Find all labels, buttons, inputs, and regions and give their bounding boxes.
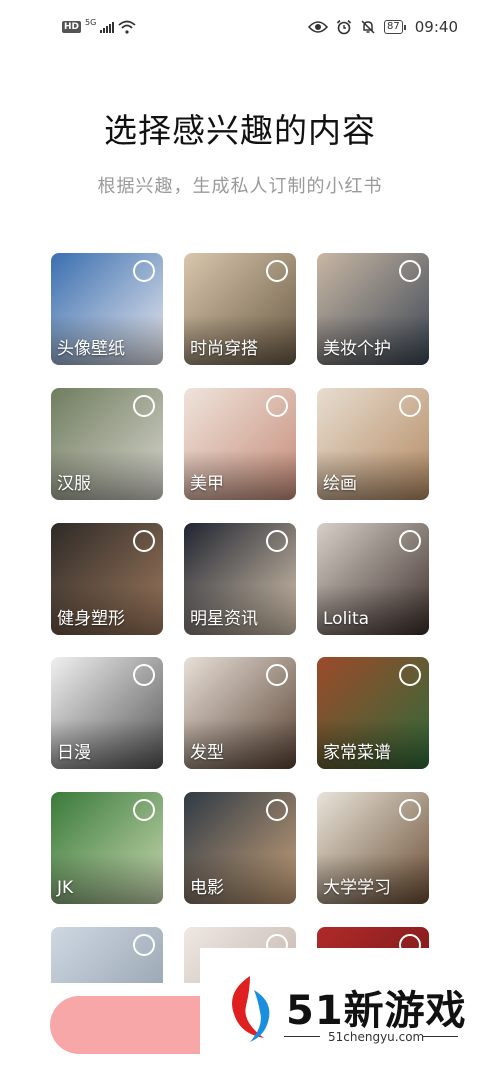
select-circle-icon[interactable] (266, 664, 288, 686)
watermark-divider-right (422, 1036, 458, 1037)
topic-card[interactable]: 日漫 (51, 657, 163, 769)
topic-card[interactable]: 明星资讯 (184, 523, 296, 635)
status-time: 09:40 (414, 18, 458, 36)
status-right: 87 09:40 (308, 18, 458, 36)
select-circle-icon[interactable] (399, 664, 421, 686)
wifi-icon (118, 20, 136, 34)
eye-icon (308, 21, 329, 33)
select-circle-icon[interactable] (133, 799, 155, 821)
topic-card[interactable]: 汉服 (51, 388, 163, 500)
select-circle-icon[interactable] (266, 799, 288, 821)
select-circle-icon[interactable] (399, 530, 421, 552)
select-circle-icon[interactable] (266, 530, 288, 552)
topic-label: 日漫 (57, 743, 91, 763)
page-title: 选择感兴趣的内容 (104, 111, 376, 150)
page-subtitle: 根据兴趣，生成私人订制的小红书 (97, 176, 383, 197)
select-circle-icon[interactable] (133, 260, 155, 282)
topic-label: JK (57, 878, 74, 898)
topic-label: 家常菜谱 (323, 743, 391, 763)
topic-card[interactable]: 美妆个护 (317, 253, 429, 365)
topic-label: 汉服 (57, 474, 91, 494)
select-circle-icon[interactable] (133, 664, 155, 686)
topic-card[interactable]: 美甲 (184, 388, 296, 500)
topic-card[interactable]: 绘画 (317, 388, 429, 500)
network-label: 5G (85, 17, 97, 27)
topic-label: Lolita (323, 609, 370, 629)
topic-card[interactable]: 发型 (184, 657, 296, 769)
topic-label: 绘画 (323, 474, 357, 494)
topic-label: 大学学习 (323, 878, 391, 898)
select-circle-icon[interactable] (266, 395, 288, 417)
watermark-name: 51新游戏 (286, 988, 467, 1034)
alarm-icon (336, 19, 352, 35)
topic-card[interactable]: 家常菜谱 (317, 657, 429, 769)
topic-label: 健身塑形 (57, 609, 125, 629)
status-left: HD 5G (62, 17, 136, 34)
battery-icon: 87 (384, 20, 406, 34)
topic-card[interactable]: Lolita (317, 523, 429, 635)
signal-icon (100, 21, 115, 33)
topic-card[interactable]: 头像壁纸 (51, 253, 163, 365)
status-bar: HD 5G 87 09:40 (0, 0, 480, 60)
select-circle-icon[interactable] (399, 395, 421, 417)
topic-card[interactable]: JK (51, 792, 163, 904)
topic-grid: 头像壁纸 时尚穿搭 美妆个护汉服 美甲 绘画健身塑形 明星资讯 Lolita 日漫 发型 家常菜谱… (51, 253, 431, 983)
topic-card[interactable]: 时尚穿搭 (184, 253, 296, 365)
select-circle-icon[interactable] (133, 395, 155, 417)
select-circle-icon[interactable] (266, 260, 288, 282)
hd-badge: HD (62, 21, 82, 33)
topic-card[interactable]: 电影 (184, 792, 296, 904)
topic-card[interactable] (51, 927, 163, 983)
watermark-divider-left (284, 1036, 320, 1037)
select-circle-icon[interactable] (399, 799, 421, 821)
topic-label: 美妆个护 (323, 339, 391, 359)
topic-label: 发型 (190, 743, 224, 763)
topic-label: 美甲 (190, 474, 224, 494)
select-circle-icon[interactable] (133, 934, 155, 956)
topic-card[interactable]: 大学学习 (317, 792, 429, 904)
select-circle-icon[interactable] (133, 530, 155, 552)
watermark-url: 51chengyu.com (328, 1030, 425, 1044)
topic-card[interactable]: 健身塑形 (51, 523, 163, 635)
topic-label: 电影 (190, 878, 224, 898)
mute-bell-icon (361, 20, 375, 34)
watermark: 51新游戏 51chengyu.com (200, 948, 480, 1067)
topic-label: 头像壁纸 (57, 339, 125, 359)
select-circle-icon[interactable] (399, 260, 421, 282)
topic-label: 明星资讯 (190, 609, 258, 629)
watermark-logo-icon (232, 976, 270, 1042)
topic-label: 时尚穿搭 (190, 339, 258, 359)
